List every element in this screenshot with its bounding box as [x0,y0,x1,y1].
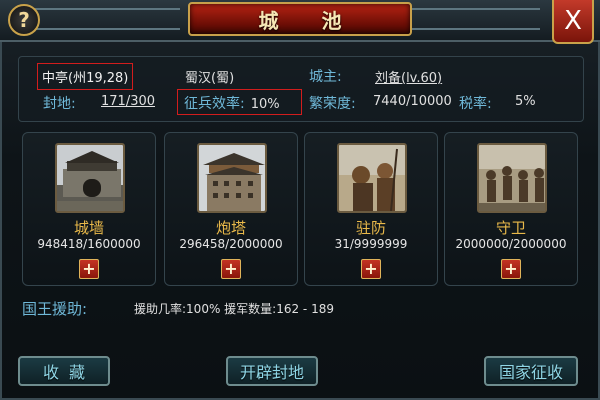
king-aid-details: 援助几率:100% 援军数量:162 - 189 [134,302,334,316]
national-levy-button[interactable]: 国家征收 [484,356,578,386]
tax-value: 5% [515,94,536,109]
upgrade-plus-button[interactable]: + [221,259,241,279]
facility-value: 31/9999999 [334,237,408,251]
open-land-button[interactable]: 开辟封地 [226,356,318,386]
facility-value: 2000000/2000000 [455,237,567,251]
fief-value[interactable]: 171/300 [101,94,155,109]
facility-cards: 城墙 948418/1600000 + 炮塔 296458/2000000 + [22,132,582,290]
recruit-efficiency-value: 10% [250,97,280,112]
facility-name: 驻防 [355,219,386,237]
title-ornament-right [390,8,540,30]
city-info-panel: 中亭(州19,28) 蜀汉(蜀) 城主: 刘备(lv.60) 封地: 171/3… [18,56,584,122]
recruit-efficiency-label: 征兵效率: [184,96,245,112]
close-button[interactable]: X [552,0,594,44]
king-aid-row: 国王援助: 援助几率:100% 援军数量:162 - 189 [22,298,582,320]
upgrade-plus-button[interactable]: + [361,259,381,279]
title-ornament-left [30,8,180,30]
collect-button[interactable]: 收藏 [18,356,110,386]
facility-card-garrison[interactable]: 驻防 31/9999999 + [304,132,438,286]
upgrade-plus-button[interactable]: + [79,259,99,279]
title-bar: 城 池 ? X [0,0,600,44]
tower-image [197,143,267,213]
city-wall-image [55,143,125,213]
help-button[interactable]: ? [8,4,40,36]
prosperity-label: 繁荣度: [309,96,356,112]
facility-name: 城墙 [73,219,104,237]
window-title: 城 池 [258,8,360,33]
king-aid-label: 国王援助: [22,300,88,318]
garrison-image [337,143,407,213]
facility-name: 守卫 [495,219,526,237]
question-icon: ? [18,8,30,32]
facility-card-tower[interactable]: 炮塔 296458/2000000 + [164,132,298,286]
facility-card-guard[interactable]: 守卫 2000000/2000000 + [444,132,578,286]
facility-card-wall[interactable]: 城墙 948418/1600000 + [22,132,156,286]
fief-label: 封地: [43,96,76,112]
facility-name: 炮塔 [215,219,246,237]
facility-value: 948418/1600000 [37,237,141,251]
city-faction: 蜀汉(蜀) [185,71,235,86]
city-location: 中亭(州19,28) [37,63,134,90]
close-icon: X [564,6,582,36]
guard-image [477,143,547,213]
lord-value[interactable]: 刘备(lv.60) [375,67,442,86]
tax-label: 税率: [459,96,492,112]
title-plate: 城 池 [188,2,412,36]
recruit-efficiency: 征兵效率: 10% [177,89,302,115]
facility-value: 296458/2000000 [179,237,283,251]
prosperity-value: 7440/10000 [373,94,452,109]
lord-label: 城主: [309,69,342,85]
upgrade-plus-button[interactable]: + [501,259,521,279]
